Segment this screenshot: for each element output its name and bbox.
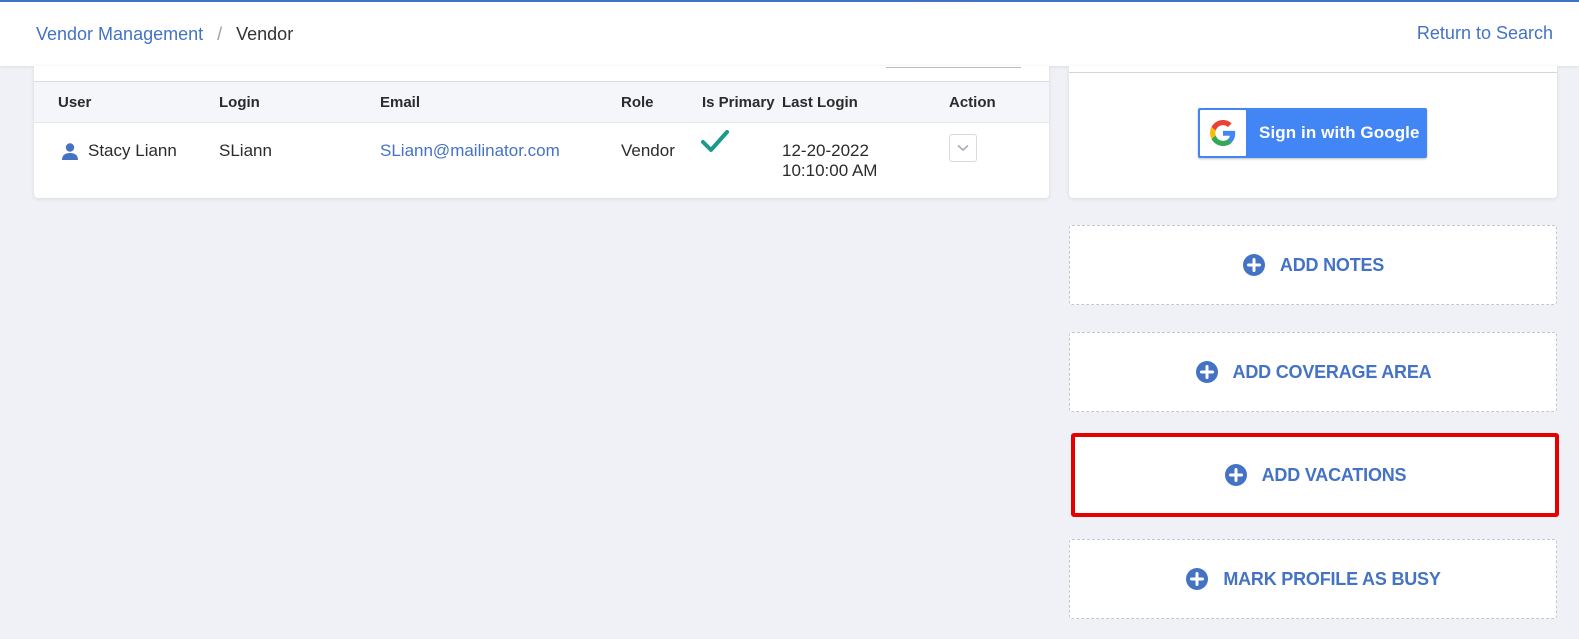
user-name: Stacy Liann <box>88 141 177 160</box>
add-coverage-area-label: ADD COVERAGE AREA <box>1232 361 1432 382</box>
breadcrumb-current: Vendor <box>236 24 294 44</box>
column-header-user: User <box>58 94 92 111</box>
breadcrumb: Vendor Management / Vendor <box>36 24 293 45</box>
last-login-time: 10:10:00 AM <box>782 161 878 180</box>
user-role: Vendor <box>621 141 675 160</box>
card-top-divider <box>886 67 1021 68</box>
plus-circle-icon <box>1195 360 1219 384</box>
add-vacations-button[interactable]: ADD VACATIONS <box>1071 433 1559 517</box>
plus-circle-icon <box>1224 463 1248 487</box>
row-action-dropdown[interactable] <box>949 134 977 162</box>
chevron-down-icon <box>957 139 969 157</box>
plus-circle-icon <box>1242 253 1266 277</box>
breadcrumb-separator: / <box>217 24 223 44</box>
google-signin-button[interactable]: Sign in with Google <box>1198 108 1427 158</box>
column-header-role: Role <box>621 94 654 111</box>
breadcrumb-vendor-management[interactable]: Vendor Management <box>36 24 203 45</box>
google-signin-card: Sign in with Google <box>1069 66 1557 198</box>
add-coverage-area-button[interactable]: ADD COVERAGE AREA <box>1069 332 1557 412</box>
page-header: Vendor Management / Vendor Return to Sea… <box>0 2 1579 66</box>
return-to-search-link[interactable]: Return to Search <box>1417 23 1553 44</box>
users-table-card: User Login Email Role Is Primary Last Lo… <box>34 66 1049 198</box>
column-header-email: Email <box>380 94 421 111</box>
person-icon <box>60 141 80 161</box>
card-divider <box>1069 72 1557 73</box>
column-header-is-primary: Is Primary <box>702 94 775 111</box>
table-header-row: User Login Email Role Is Primary Last Lo… <box>34 81 1049 123</box>
add-vacations-label: ADD VACATIONS <box>1261 464 1407 485</box>
column-header-login: Login <box>219 94 260 111</box>
mark-profile-busy-label: MARK PROFILE AS BUSY <box>1223 568 1441 589</box>
user-cell: Stacy Liann <box>60 141 177 161</box>
add-notes-label: ADD NOTES <box>1279 254 1385 275</box>
last-login-date: 12-20-2022 <box>782 141 869 160</box>
google-g-icon <box>1200 110 1246 156</box>
checkmark-icon <box>700 128 730 156</box>
plus-circle-icon <box>1185 567 1209 591</box>
google-signin-label: Sign in with Google <box>1259 123 1420 142</box>
user-last-login: 12-20-2022 10:10:00 AM <box>782 141 877 181</box>
user-login: SLiann <box>219 141 272 160</box>
user-email-link[interactable]: SLiann@mailinator.com <box>380 141 560 161</box>
mark-profile-busy-button[interactable]: MARK PROFILE AS BUSY <box>1069 539 1557 619</box>
column-header-last-login: Last Login <box>782 94 858 111</box>
add-notes-button[interactable]: ADD NOTES <box>1069 225 1557 305</box>
column-header-action: Action <box>949 94 996 111</box>
